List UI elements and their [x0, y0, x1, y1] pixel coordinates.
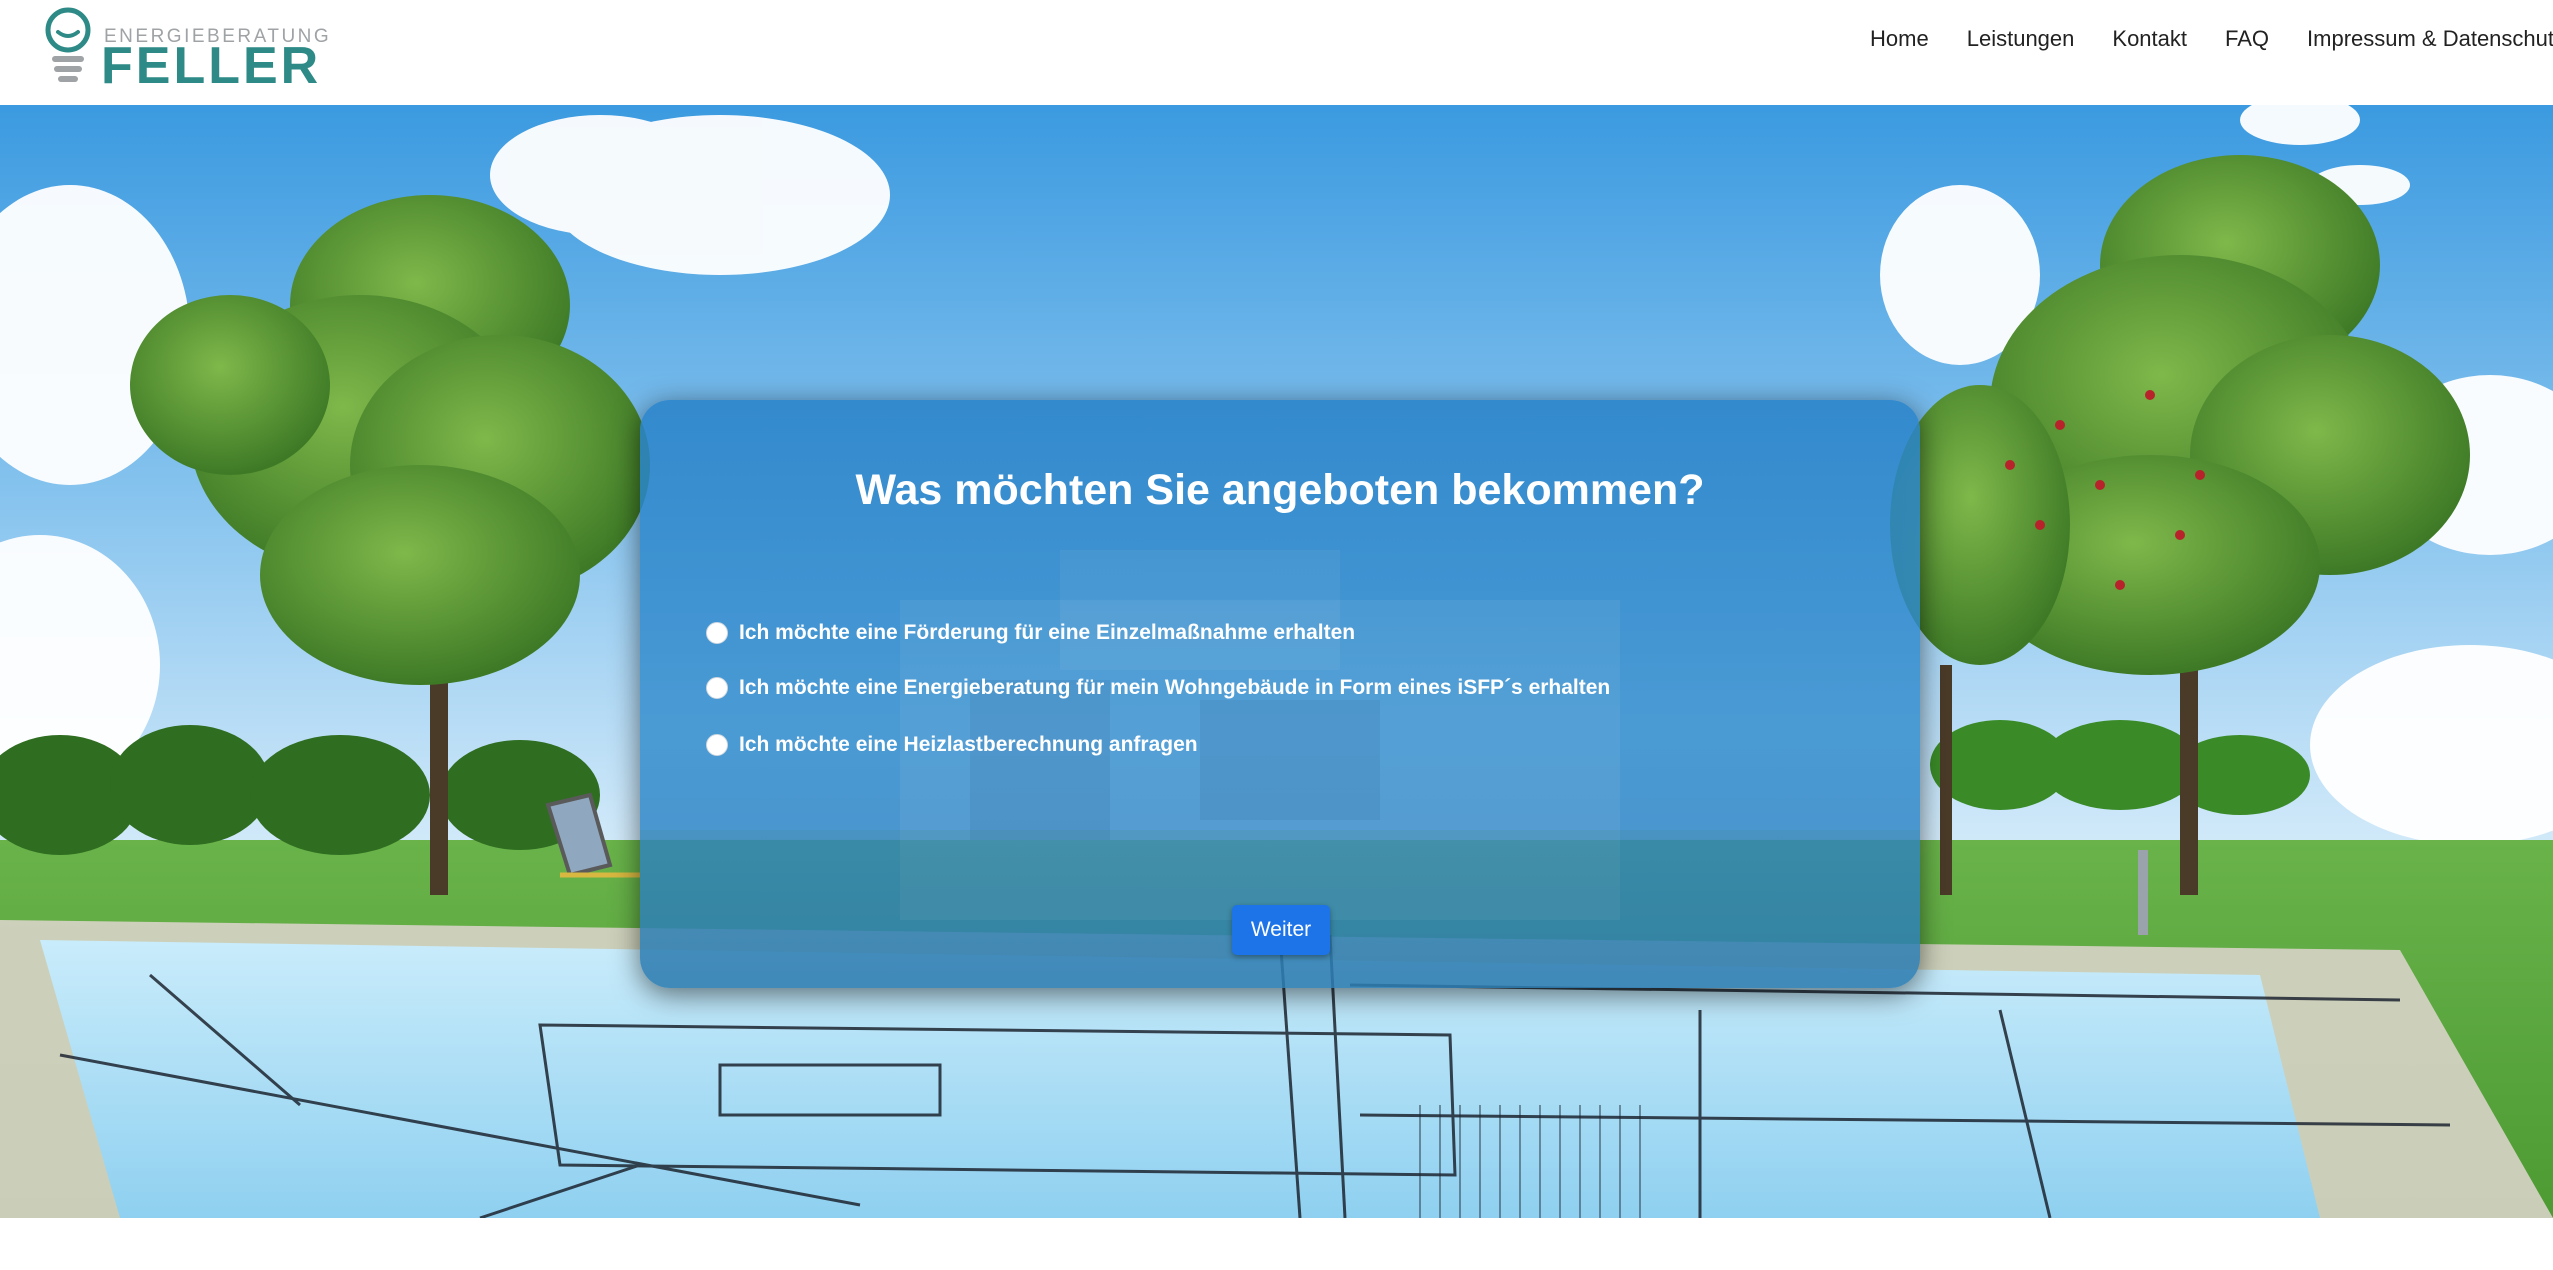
nav-item-kontakt[interactable]: Kontakt: [2112, 24, 2187, 54]
option-heizlastberechnung[interactable]: Ich möchte eine Heizlastberechnung anfra…: [706, 730, 1198, 760]
brand-logo[interactable]: ENERGIEBERATUNG FELLER: [40, 6, 340, 95]
main-nav: Home Leistungen Kontakt FAQ Impressum & …: [1832, 24, 2553, 54]
option-energieberatung-isfp[interactable]: Ich möchte eine Energieberatung für mein…: [706, 673, 1610, 703]
option-label: Ich möchte eine Energieberatung für mein…: [739, 676, 1611, 699]
nav-item-impressum[interactable]: Impressum & Datenschutz: [2307, 24, 2553, 54]
radio-button[interactable]: [706, 677, 728, 699]
offer-form-card: Was möchten Sie angeboten bekommen? Ich …: [640, 400, 1920, 988]
brand-name: FELLER: [101, 37, 322, 95]
radio-button[interactable]: [706, 734, 728, 756]
option-label: Ich möchte eine Förderung für eine Einze…: [739, 621, 1356, 644]
lightbulb-logo-icon: [45, 7, 91, 82]
radio-button[interactable]: [706, 622, 728, 644]
next-button[interactable]: Weiter: [1232, 905, 1330, 955]
nav-item-faq[interactable]: FAQ: [2225, 24, 2269, 54]
nav-item-home[interactable]: Home: [1870, 24, 1929, 54]
form-title: Was möchten Sie angeboten bekommen?: [855, 466, 1705, 514]
option-label: Ich möchte eine Heizlastberechnung anfra…: [739, 733, 1198, 756]
nav-item-leistungen[interactable]: Leistungen: [1967, 24, 2075, 54]
hero-section: Was möchten Sie angeboten bekommen? Ich …: [0, 105, 2553, 1218]
option-einzelmassnahme[interactable]: Ich möchte eine Förderung für eine Einze…: [706, 618, 1355, 648]
site-header: ENERGIEBERATUNG FELLER Home Leistungen K…: [0, 0, 2553, 105]
